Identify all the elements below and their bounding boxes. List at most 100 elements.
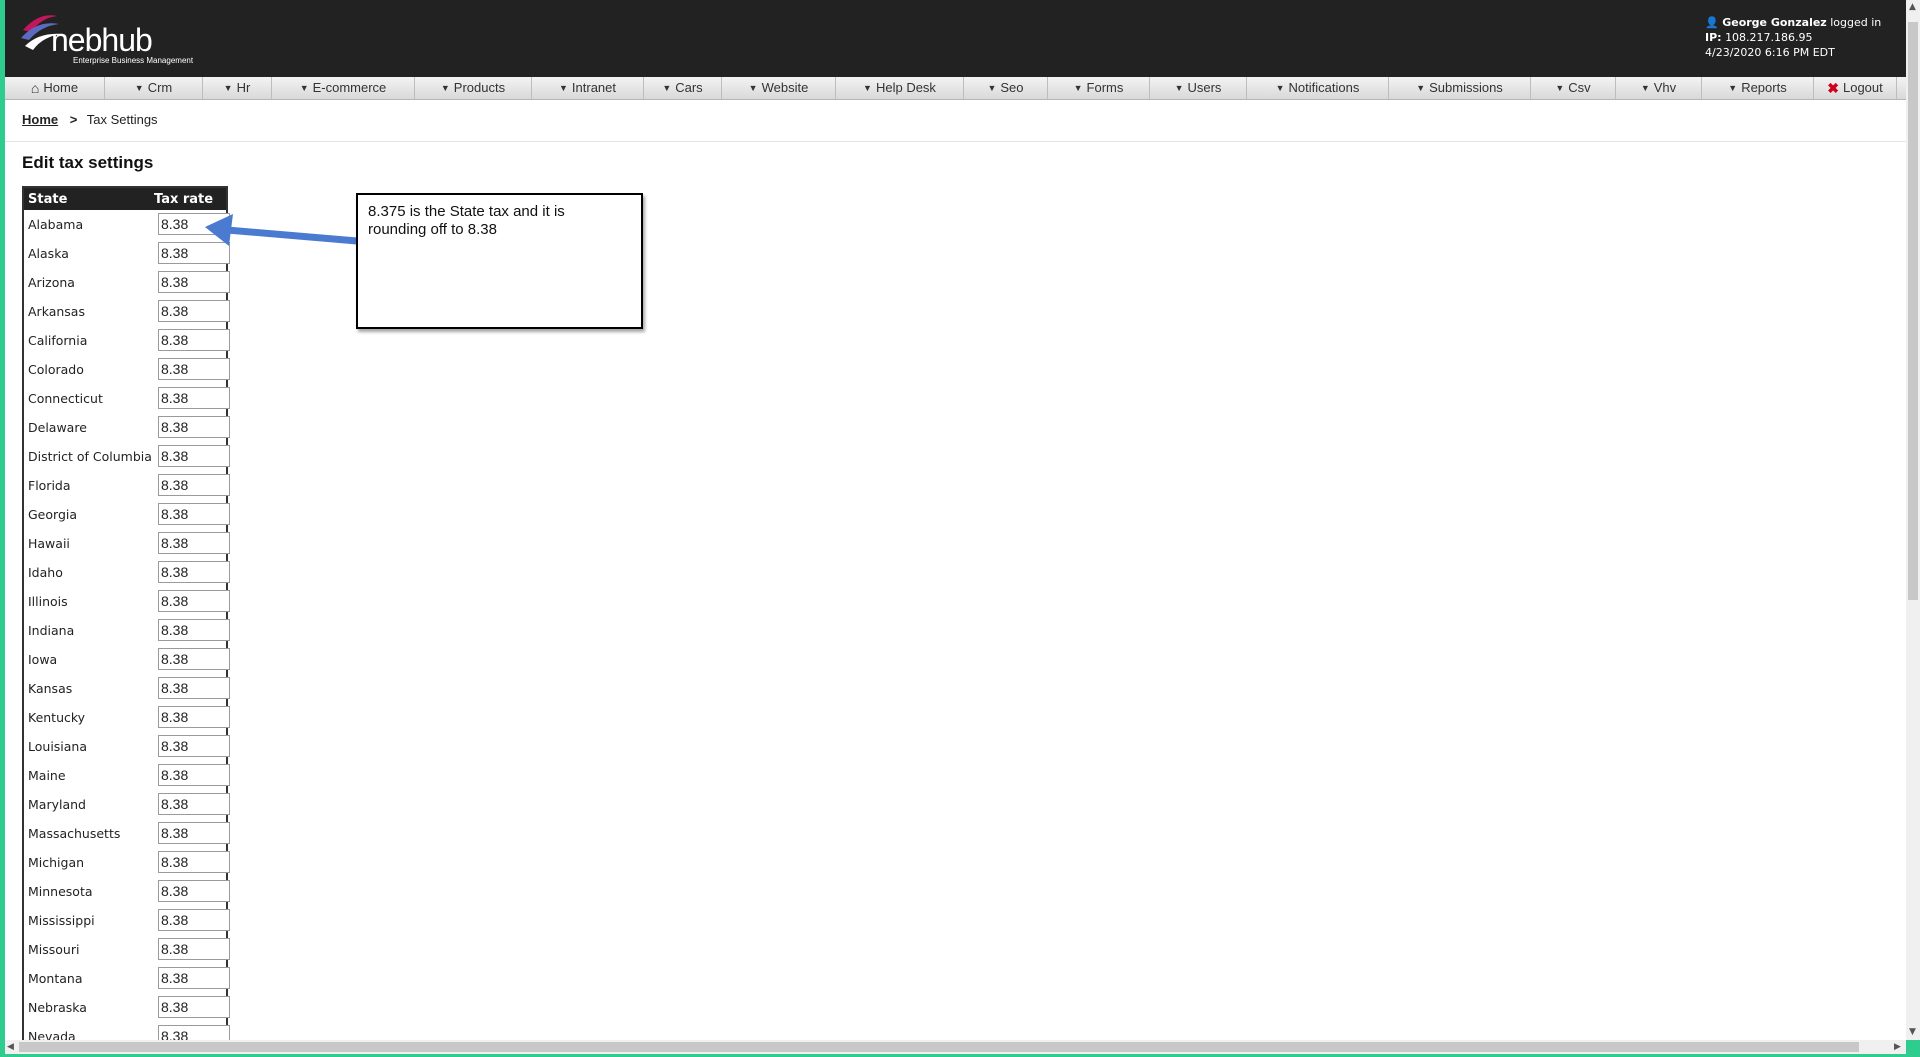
- tax-rate-input[interactable]: [158, 387, 230, 409]
- vertical-scroll-thumb[interactable]: [1908, 22, 1918, 600]
- state-name: Colorado: [28, 362, 84, 377]
- nav-item-seo[interactable]: ▼ Seo: [964, 77, 1048, 99]
- table-row: Illinois: [24, 587, 230, 616]
- login-datetime: 4/23/2020 6:16 PM EDT: [1705, 46, 1835, 59]
- tax-rate-input[interactable]: [158, 996, 230, 1018]
- nav-item-reports[interactable]: ▼ Reports: [1702, 77, 1814, 99]
- table-row: Massachusetts: [24, 819, 230, 848]
- state-name: Alabama: [28, 217, 84, 232]
- table-row: Alabama: [24, 210, 230, 239]
- tax-rate-input[interactable]: [158, 590, 230, 612]
- header-tax-rate: Tax rate: [154, 192, 214, 207]
- tax-rate-input[interactable]: [158, 938, 230, 960]
- tax-rate-input[interactable]: [158, 1025, 230, 1040]
- nav-item-vhv[interactable]: ▼ Vhv: [1616, 77, 1702, 99]
- breadcrumb-current: Tax Settings: [86, 112, 158, 127]
- tax-rate-input[interactable]: [158, 619, 230, 641]
- tax-rate-input[interactable]: [158, 706, 230, 728]
- user-name[interactable]: George Gonzalez: [1722, 16, 1827, 29]
- nav-item-crm[interactable]: ▼ Crm: [105, 77, 203, 99]
- state-name: Indiana: [28, 623, 75, 638]
- caret-down-icon: ▼: [134, 83, 144, 93]
- tax-rate-input[interactable]: [158, 851, 230, 873]
- table-row: Michigan: [24, 848, 230, 877]
- nav-item-logout[interactable]: ✖ Logout: [1814, 77, 1897, 99]
- caret-down-icon: ▼: [863, 83, 872, 93]
- tax-rate-input[interactable]: [158, 793, 230, 815]
- horizontal-scroll-thumb[interactable]: [19, 1042, 1859, 1052]
- state-name: Illinois: [28, 594, 68, 609]
- tax-rate-input[interactable]: [158, 445, 230, 467]
- state-name: Missouri: [28, 942, 80, 957]
- table-row: Alaska: [24, 239, 230, 268]
- nav-item-users[interactable]: ▼ Users: [1150, 77, 1247, 99]
- state-name: California: [28, 333, 88, 348]
- tax-rate-input[interactable]: [158, 532, 230, 554]
- state-name: Hawaii: [28, 536, 70, 551]
- tax-rate-input[interactable]: [158, 764, 230, 786]
- tax-rate-input[interactable]: [158, 271, 230, 293]
- scroll-left-icon[interactable]: ◀: [7, 1042, 14, 1052]
- state-name: District of Columbia: [28, 449, 152, 464]
- user-info: 👤 George Gonzalez logged in IP: 108.217.…: [1705, 15, 1881, 60]
- breadcrumb-separator: >: [69, 112, 78, 127]
- table-row: Nevada: [24, 1022, 230, 1040]
- nav-item-notifications[interactable]: ▼ Notifications: [1247, 77, 1389, 99]
- nav-item-label: E-commerce: [312, 80, 387, 95]
- nav-item-cars[interactable]: ▼ Cars: [644, 77, 722, 99]
- tax-rate-input[interactable]: [158, 677, 230, 699]
- table-row: Louisiana: [24, 732, 230, 761]
- nav-item-submissions[interactable]: ▼ Submissions: [1389, 77, 1531, 99]
- table-row: Florida: [24, 471, 230, 500]
- tax-rate-input[interactable]: [158, 474, 230, 496]
- state-name: Connecticut: [28, 391, 103, 406]
- tax-rate-input[interactable]: [158, 909, 230, 931]
- state-name: Florida: [28, 478, 71, 493]
- tax-rate-input[interactable]: [158, 735, 230, 757]
- nav-item-website[interactable]: ▼ Website: [722, 77, 836, 99]
- nav-item-products[interactable]: ▼ Products: [415, 77, 532, 99]
- caret-down-icon: ▼: [299, 83, 309, 93]
- tax-rate-input[interactable]: [158, 822, 230, 844]
- tax-rate-input[interactable]: [158, 880, 230, 902]
- nav-item-csv[interactable]: ▼ Csv: [1531, 77, 1616, 99]
- ip-value: 108.217.186.95: [1725, 31, 1813, 44]
- scroll-right-icon[interactable]: ▶: [1894, 1042, 1901, 1052]
- nav-item-help-desk[interactable]: ▼ Help Desk: [836, 77, 964, 99]
- nav-item-forms[interactable]: ▼ Forms: [1048, 77, 1150, 99]
- scroll-down-icon[interactable]: ▼: [1909, 1027, 1916, 1037]
- nav-item-label: Submissions: [1429, 80, 1503, 95]
- tax-rate-input[interactable]: [158, 503, 230, 525]
- tax-rate-input[interactable]: [158, 561, 230, 583]
- scroll-up-icon[interactable]: ▲: [1909, 2, 1916, 12]
- state-name: Arizona: [28, 275, 75, 290]
- tax-rate-input[interactable]: [158, 416, 230, 438]
- table-row: Colorado: [24, 355, 230, 384]
- nav-item-hr[interactable]: ▼ Hr: [203, 77, 272, 99]
- nav-item-label: Cars: [675, 80, 703, 95]
- tax-rate-input[interactable]: [158, 967, 230, 989]
- nav-item-intranet[interactable]: ▼ Intranet: [532, 77, 644, 99]
- logo-text: nebhub: [51, 22, 153, 58]
- caret-down-icon: ▼: [1555, 83, 1565, 93]
- tax-rate-input[interactable]: [158, 300, 230, 322]
- annotation-arrow: [205, 214, 358, 246]
- caret-down-icon: ▼: [1275, 83, 1285, 93]
- tax-rate-input[interactable]: [158, 358, 230, 380]
- vertical-scrollbar[interactable]: ▲ ▼: [1906, 0, 1920, 1040]
- app-header: nebhub Enterprise Business Management 👤 …: [5, 0, 1906, 77]
- logo-tagline: Enterprise Business Management: [73, 56, 194, 65]
- nav-item-label: Reports: [1741, 80, 1787, 95]
- state-name: Arkansas: [28, 304, 85, 319]
- nav-item-home[interactable]: ⌂ Home: [5, 77, 105, 99]
- table-row: Montana: [24, 964, 230, 993]
- main-nav: ⌂ Home ▼ Crm ▼ Hr ▼ E-commerce ▼ Products ▼ Intrane…: [5, 77, 1906, 100]
- tax-rate-input[interactable]: [158, 648, 230, 670]
- table-row: Maryland: [24, 790, 230, 819]
- tax-rate-input[interactable]: [158, 329, 230, 351]
- nav-item-e-commerce[interactable]: ▼ E-commerce: [272, 77, 415, 99]
- nebhub-logo[interactable]: nebhub Enterprise Business Management: [19, 10, 199, 70]
- horizontal-scrollbar[interactable]: ◀ ▶: [5, 1040, 1906, 1054]
- breadcrumb-home-link[interactable]: Home: [22, 112, 58, 127]
- annotation-text: 8.375 is the State tax and it is roundin…: [368, 203, 565, 238]
